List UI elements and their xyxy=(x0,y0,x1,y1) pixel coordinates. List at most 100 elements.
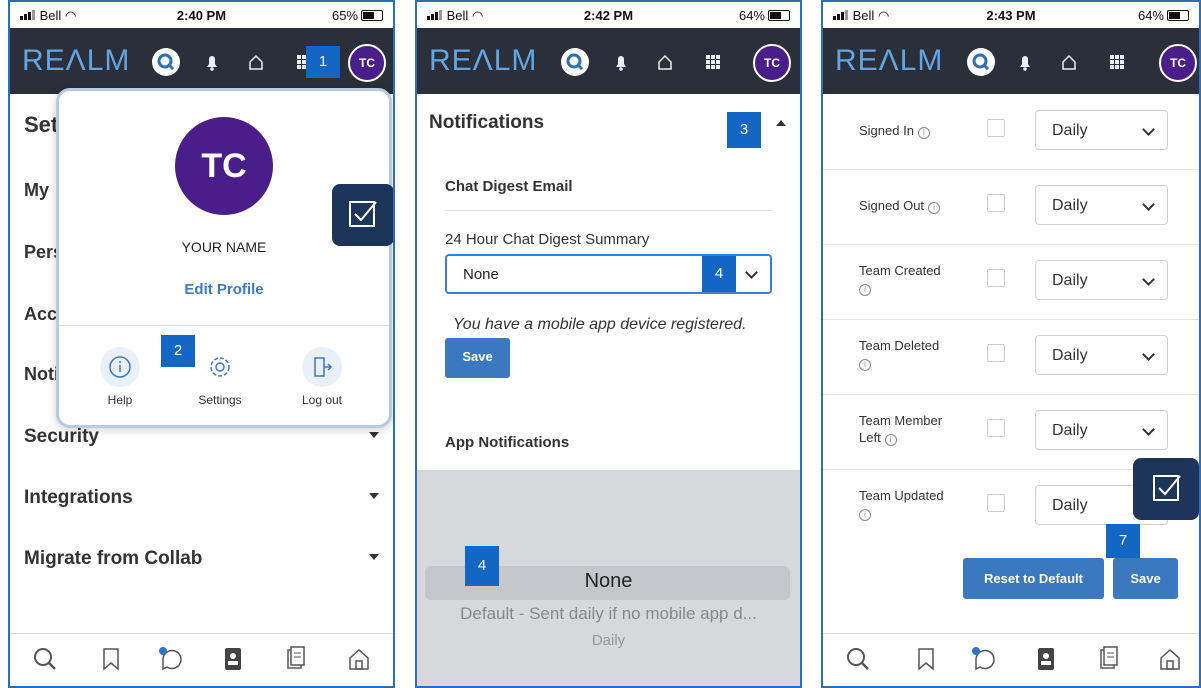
home-icon[interactable] xyxy=(1055,48,1083,76)
pref-checkbox[interactable] xyxy=(987,269,1005,287)
picker-option[interactable]: Default - Sent daily if no mobile app d.… xyxy=(417,604,800,624)
picker-option[interactable]: Daily xyxy=(417,632,800,649)
chat-digest-heading: Chat Digest Email xyxy=(445,178,573,195)
bell-icon[interactable] xyxy=(198,48,226,76)
avatar[interactable]: TC xyxy=(348,44,386,82)
logout-icon xyxy=(302,347,342,387)
chevron-down-icon xyxy=(1142,198,1155,211)
phone-screen-2: Bell ◠ 2:42 PM 64% REΛLM TC Notification… xyxy=(415,0,802,688)
settings-row[interactable]: Acc xyxy=(24,304,57,325)
frequency-select[interactable]: Daily xyxy=(1035,110,1168,150)
settings-row[interactable]: Noti xyxy=(24,364,59,385)
task-icon[interactable] xyxy=(1133,458,1199,520)
contacts-icon[interactable] xyxy=(1033,646,1059,672)
search-icon[interactable] xyxy=(561,48,589,76)
apps-grid-icon[interactable] xyxy=(699,48,727,76)
gear-icon xyxy=(200,347,240,387)
frequency-select[interactable]: Daily xyxy=(1035,185,1168,225)
option-picker[interactable]: 4 None Default - Sent daily if no mobile… xyxy=(417,470,800,686)
pref-checkbox[interactable] xyxy=(987,344,1005,362)
help-button[interactable]: Help xyxy=(85,347,155,407)
section-label: Integrations xyxy=(24,487,133,508)
digest-label: 24 Hour Chat Digest Summary xyxy=(445,231,650,248)
search-icon[interactable] xyxy=(32,646,58,672)
info-icon[interactable]: i xyxy=(928,202,941,214)
realm-logo: REΛLM xyxy=(429,44,538,77)
apps-grid-icon[interactable] xyxy=(1103,48,1131,76)
info-icon[interactable]: i xyxy=(917,127,930,139)
bookmark-icon[interactable] xyxy=(913,646,939,672)
frequency-select[interactable]: Daily xyxy=(1035,335,1168,375)
avatar[interactable]: TC xyxy=(1159,44,1197,82)
documents-icon[interactable] xyxy=(1095,646,1121,672)
battery-icon xyxy=(361,10,383,21)
documents-icon[interactable] xyxy=(282,646,308,672)
caret-up-icon[interactable] xyxy=(776,120,786,126)
pref-label: Signed Out i xyxy=(859,197,959,214)
info-icon[interactable]: i xyxy=(859,509,871,521)
frequency-select[interactable]: Daily xyxy=(1035,260,1168,300)
home-icon[interactable] xyxy=(346,646,372,672)
section-security[interactable]: Security xyxy=(24,426,379,448)
callout-4: 4 xyxy=(702,256,736,292)
digest-select-value: None xyxy=(463,266,499,283)
bell-icon[interactable] xyxy=(1011,48,1039,76)
chat-icon[interactable] xyxy=(971,646,997,672)
home-icon[interactable] xyxy=(242,48,270,76)
save-button[interactable]: Save xyxy=(1113,558,1178,599)
task-icon[interactable] xyxy=(332,184,393,246)
edit-profile-link[interactable]: Edit Profile xyxy=(59,281,389,298)
chevron-down-icon xyxy=(1142,348,1155,361)
digest-select[interactable]: None 4 xyxy=(445,254,772,294)
callout-1: 1 xyxy=(306,46,340,78)
notifications-section-title[interactable]: Notifications xyxy=(429,112,544,134)
settings-row[interactable]: My xyxy=(24,180,49,201)
search-icon[interactable] xyxy=(845,646,871,672)
chevron-down-icon xyxy=(1142,123,1155,136)
chevron-down-icon xyxy=(745,266,758,279)
info-icon xyxy=(100,347,140,387)
bookmark-icon[interactable] xyxy=(98,646,124,672)
status-bar: Bell ◠ 2:40 PM 65% xyxy=(10,2,393,28)
pref-label: Team Deleted i xyxy=(859,338,940,371)
home-icon[interactable] xyxy=(1157,646,1183,672)
help-label: Help xyxy=(107,393,133,407)
phone-screen-3: Bell ◠ 2:43 PM 64% REΛLM TC Signed In i D… xyxy=(821,0,1201,688)
reset-to-default-button[interactable]: Reset to Default xyxy=(963,558,1104,599)
battery-icon xyxy=(768,10,790,21)
battery-status: 64% xyxy=(739,8,790,23)
pref-label: Team Member Left i xyxy=(859,413,943,446)
battery-status: 64% xyxy=(1138,8,1189,23)
pref-checkbox[interactable] xyxy=(987,194,1005,212)
bell-icon[interactable] xyxy=(607,48,635,76)
pref-row-team-created: Team Created i Daily xyxy=(823,244,1199,320)
pref-checkbox[interactable] xyxy=(987,419,1005,437)
pref-label: Team Updated i xyxy=(859,488,944,521)
caret-down-icon xyxy=(369,493,379,499)
status-bar: Bell ◠ 2:43 PM 64% xyxy=(823,2,1199,28)
chat-icon[interactable] xyxy=(158,646,184,672)
search-icon[interactable] xyxy=(967,48,995,76)
section-migrate[interactable]: Migrate from Collab xyxy=(24,548,379,570)
save-button[interactable]: Save xyxy=(445,338,510,378)
pref-checkbox[interactable] xyxy=(987,119,1005,137)
section-label: Security xyxy=(24,426,99,447)
home-icon[interactable] xyxy=(651,48,679,76)
search-icon[interactable] xyxy=(152,48,180,76)
battery-percent: 64% xyxy=(738,8,765,23)
settings-button[interactable]: Settings xyxy=(185,347,255,407)
battery-icon xyxy=(1167,10,1189,21)
info-icon[interactable]: i xyxy=(859,359,871,371)
pref-checkbox[interactable] xyxy=(987,494,1005,512)
info-icon[interactable]: i xyxy=(884,434,897,446)
frequency-select[interactable]: Daily xyxy=(1035,410,1168,450)
contacts-icon[interactable] xyxy=(220,646,246,672)
avatar[interactable]: TC xyxy=(753,44,791,82)
logout-button[interactable]: Log out xyxy=(287,347,357,407)
realm-logo: REΛLM xyxy=(835,44,944,77)
app-header: REΛLM 1 TC xyxy=(10,28,393,94)
info-icon[interactable]: i xyxy=(859,284,871,296)
picker-option[interactable]: None xyxy=(417,570,800,593)
settings-label: Settings xyxy=(198,393,242,407)
section-integrations[interactable]: Integrations xyxy=(24,487,379,509)
